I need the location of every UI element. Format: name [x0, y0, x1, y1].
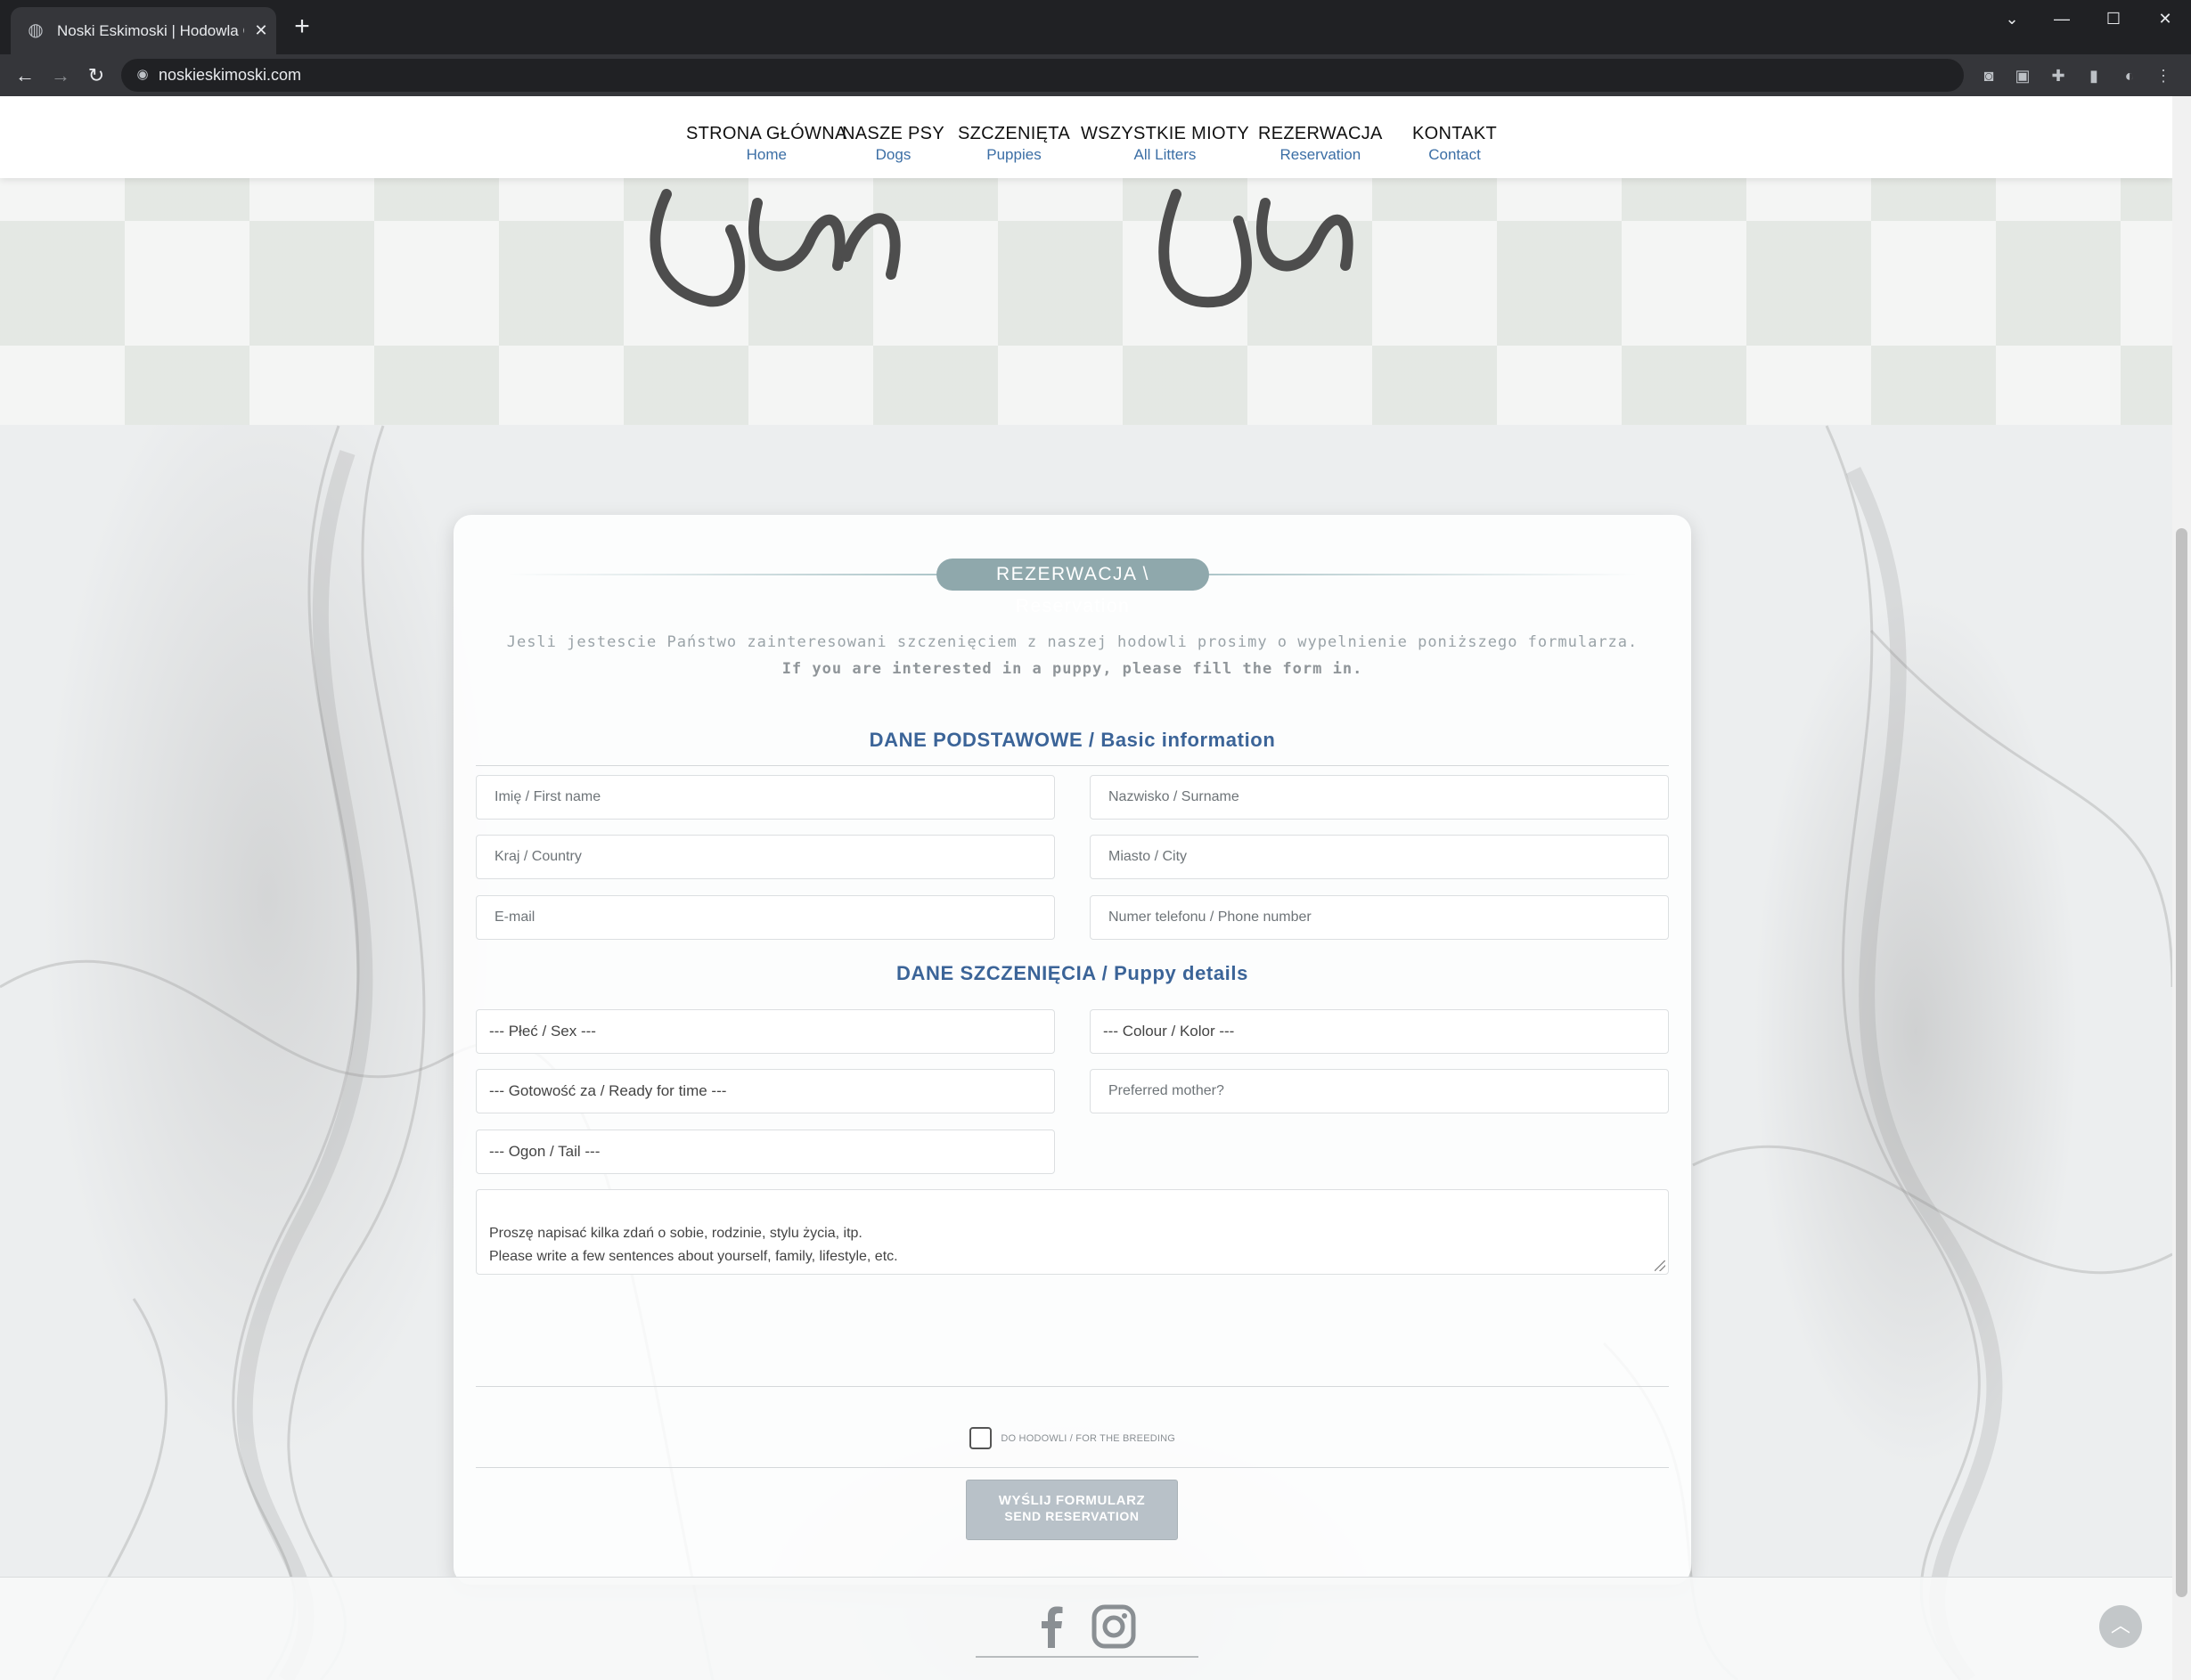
divider [476, 1467, 1669, 1468]
side-panel-icon[interactable]: ▮ [2081, 63, 2106, 88]
address-bar[interactable]: ◉ noskieskimoski.com [121, 59, 1964, 92]
instagram-icon[interactable] [1089, 1602, 1139, 1651]
phone-field[interactable] [1090, 895, 1669, 940]
country-field[interactable] [476, 835, 1055, 879]
nav-label: KONTAKT [1412, 124, 1498, 143]
country-input[interactable] [477, 836, 1054, 878]
surname-input[interactable] [1091, 776, 1668, 819]
tab-title: Noski Eskimoski | Hodowla Charc [57, 22, 244, 39]
puppy-details-title: DANE SZCZENIĘCIA / Puppy details [896, 962, 1248, 984]
tab-search-icon[interactable]: ⌄ [1994, 5, 2030, 32]
nav-sublabel: Contact [1428, 146, 1481, 163]
new-tab-button[interactable]: + [289, 13, 315, 41]
nav-label: WSZYSTKIE MIOTY [1081, 124, 1249, 143]
footer-divider [976, 1656, 1198, 1658]
reservation-form-card: REZERWACJA \ Reservation Jesli jestescie… [454, 515, 1691, 1585]
intro-text-en: If you are interested in a puppy, please… [781, 660, 1363, 678]
nav-item-puppies[interactable]: SZCZENIĘTA Puppies [958, 123, 1070, 166]
nav-item-contact[interactable]: KONTAKT Contact [1412, 123, 1497, 166]
email-input[interactable] [477, 896, 1054, 939]
colour-select[interactable]: --- Colour / Kolor --- [1090, 1009, 1669, 1054]
page-scrollbar[interactable] [2172, 96, 2191, 1680]
nav-item-home[interactable]: STRONA GŁÓWNA Home [686, 123, 847, 166]
main-navigation: STRONA GŁÓWNA Home NASZE PSY Dogs SZCZEN… [0, 96, 2172, 178]
nav-label: SZCZENIĘTA [958, 124, 1070, 143]
scrollbar-thumb[interactable] [2176, 528, 2187, 1597]
tail-select[interactable]: --- Ogon / Tail --- [476, 1130, 1055, 1174]
maximize-button[interactable]: ☐ [2096, 5, 2131, 32]
ready-time-select[interactable]: --- Gotowość za / Ready for time --- [476, 1069, 1055, 1113]
nav-sublabel: Reservation [1279, 146, 1361, 163]
phone-input[interactable] [1091, 896, 1668, 939]
back-button[interactable]: ← [11, 61, 39, 90]
email-field[interactable] [476, 895, 1055, 940]
close-window-button[interactable]: ✕ [2147, 5, 2183, 32]
chevron-up-icon: ︿ [2110, 1614, 2130, 1636]
preferred-mother-input[interactable] [1091, 1070, 1668, 1113]
nav-item-reservation[interactable]: REZERWACJA Reservation [1258, 123, 1383, 166]
close-tab-icon[interactable]: ✕ [249, 19, 273, 42]
nav-item-dogs[interactable]: NASZE PSY Dogs [842, 123, 944, 166]
divider [476, 765, 1669, 766]
send-reservation-button[interactable]: WYŚLIJ FORMULARZ SEND RESERVATION [966, 1480, 1178, 1540]
nav-sublabel: All Litters [1133, 146, 1197, 163]
city-field[interactable] [1090, 835, 1669, 879]
camera-icon[interactable]: ◙ [1976, 63, 2001, 88]
nav-sublabel: Puppies [986, 146, 1042, 163]
nav-sublabel: Dogs [875, 146, 912, 163]
forward-button[interactable]: → [46, 61, 75, 90]
url-text: noskieskimoski.com [159, 66, 302, 84]
submit-label-pl: WYŚLIJ FORMULARZ [998, 1493, 1146, 1508]
nav-label: REZERWACJA [1258, 124, 1383, 143]
page-footer [0, 1577, 2172, 1680]
minimize-button[interactable]: — [2044, 5, 2080, 32]
nav-label: NASZE PSY [842, 124, 944, 143]
surname-field[interactable] [1090, 775, 1669, 820]
breeding-checkbox[interactable] [969, 1427, 992, 1449]
site-info-icon[interactable]: ◉ [134, 66, 151, 84]
page-viewport: STRONA GŁÓWNA Home NASZE PSY Dogs SZCZEN… [0, 96, 2172, 1680]
resize-handle-icon[interactable] [1655, 1260, 1665, 1271]
about-placeholder: Proszę napisać kilka zdań o sobie, rodzi… [489, 1226, 898, 1264]
globe-icon: ◍ [28, 20, 44, 40]
puzzle-icon[interactable]: ✚ [2046, 63, 2071, 88]
facebook-icon[interactable] [1027, 1602, 1077, 1651]
sex-select[interactable]: --- Płeć / Sex --- [476, 1009, 1055, 1054]
nav-sublabel: Home [746, 146, 787, 163]
browser-toolbar: ← → ↻ ◉ noskieskimoski.com ◙ ▣ ✚ ▮ ◐ ⋮ [0, 54, 2191, 96]
basic-info-title: DANE PODSTAWOWE / Basic information [869, 729, 1276, 751]
breeding-checkbox-label: DO HODOWLI / FOR THE BREEDING [1001, 1432, 1176, 1444]
extension-icon[interactable]: ▣ [2010, 63, 2035, 88]
profile-icon[interactable]: ◐ [2117, 63, 2142, 88]
scroll-to-top-button[interactable]: ︿ [2099, 1605, 2142, 1648]
first-name-field[interactable] [476, 775, 1055, 820]
submit-label-en: SEND RESERVATION [1004, 1509, 1140, 1523]
first-name-input[interactable] [477, 776, 1054, 819]
divider [476, 1386, 1669, 1387]
browser-tab[interactable]: ◍ Noski Eskimoski | Hodowla Charc ✕ [11, 7, 276, 54]
about-textarea[interactable]: Proszę napisać kilka zdań o sobie, rodzi… [476, 1189, 1669, 1275]
reload-button[interactable]: ↻ [82, 61, 110, 90]
nav-label: STRONA GŁÓWNA [686, 124, 847, 143]
site-logo-script [650, 189, 1353, 308]
preferred-mother-field[interactable] [1090, 1069, 1669, 1113]
city-input[interactable] [1091, 836, 1668, 878]
nav-item-all-litters[interactable]: WSZYSTKIE MIOTY All Litters [1081, 123, 1249, 166]
intro-text-pl: Jesli jestescie Państwo zainteresowani s… [506, 633, 1639, 651]
breeding-checkbox-row: DO HODOWLI / FOR THE BREEDING [454, 1427, 1691, 1450]
menu-icon[interactable]: ⋮ [2151, 63, 2176, 88]
form-heading: REZERWACJA \ Reservation [936, 559, 1209, 616]
browser-tabstrip: ◍ Noski Eskimoski | Hodowla Charc ✕ + ⌄ … [0, 0, 2191, 54]
